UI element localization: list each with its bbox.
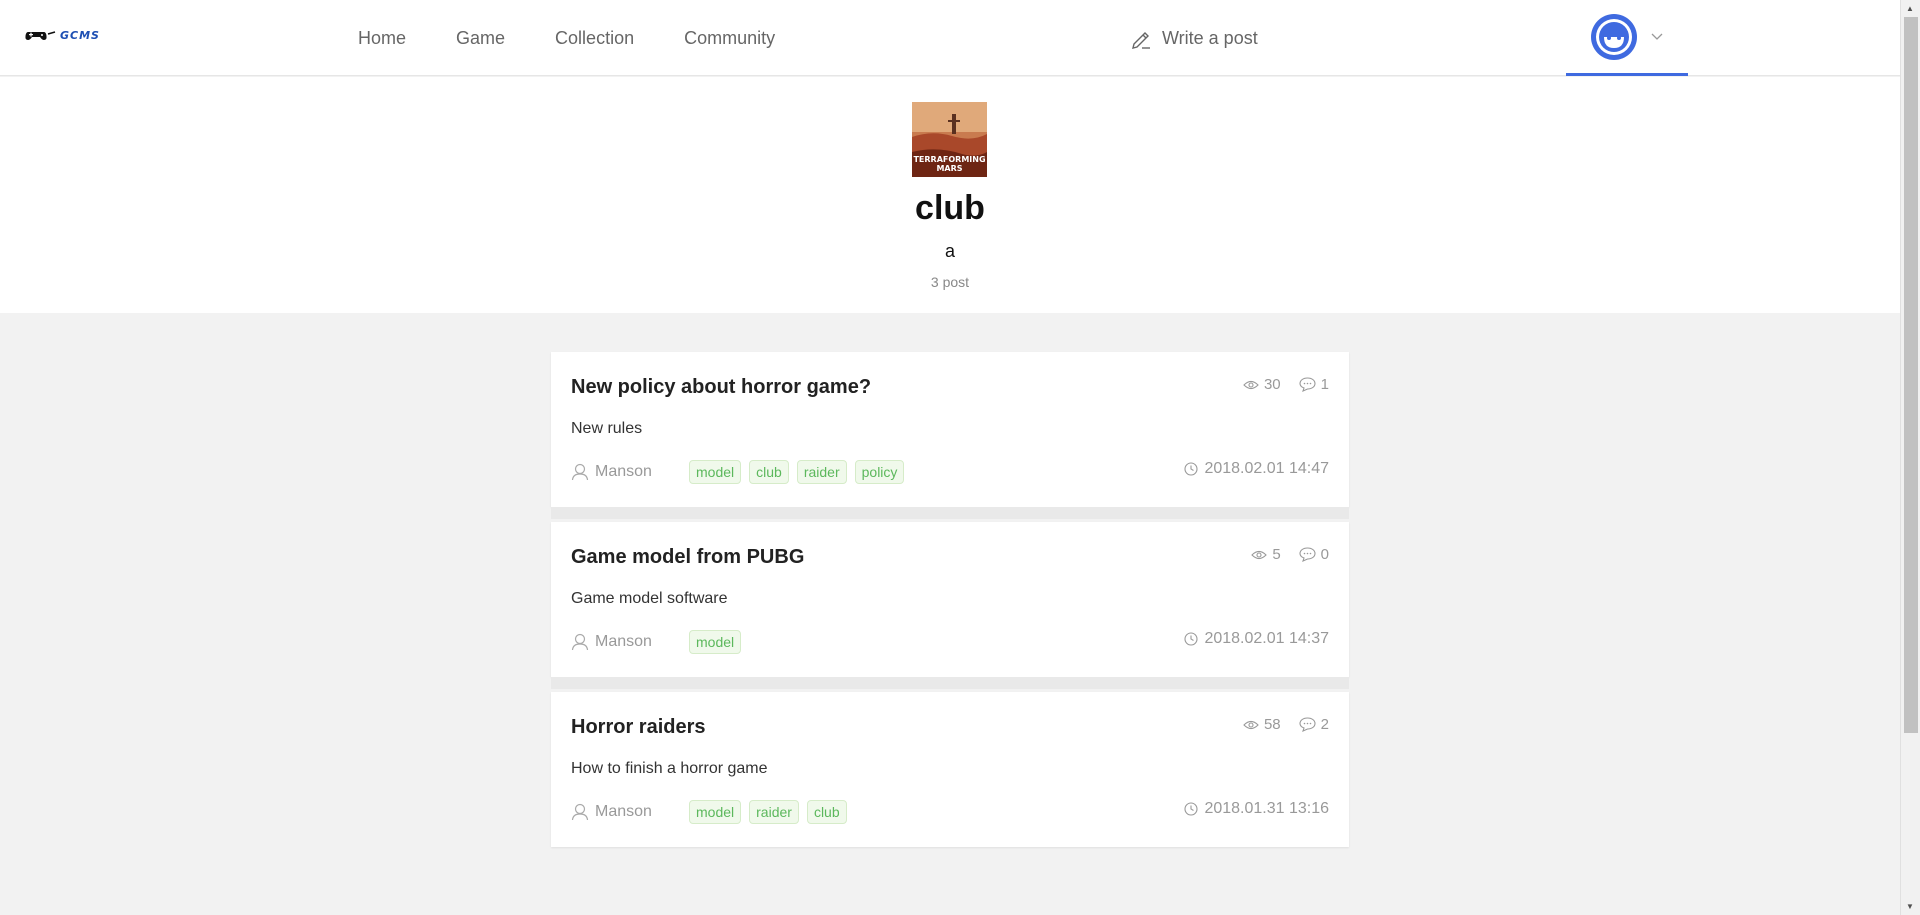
user-icon [571,463,589,481]
logo-text: GCMS [60,28,100,42]
club-description: a [944,241,955,261]
comment-icon [1299,547,1316,562]
tag[interactable]: club [749,460,789,484]
clock-icon [1184,632,1198,646]
author-name: Manson [595,633,652,650]
post-card[interactable]: Horror raiders 58 2 How to finish a horr… [551,692,1349,847]
user-icon [571,803,589,821]
post-tags: model [689,630,742,654]
club-post-count: 3 post [930,274,970,290]
post-tags: model club raider policy [689,460,905,484]
user-menu[interactable] [1566,0,1688,76]
post-date: 2018.02.01 14:47 [1184,460,1329,478]
author-name: Manson [595,463,652,480]
post-meta: Manson model raider club [571,800,847,824]
views-stat: 58 [1243,716,1281,733]
eye-icon [1251,550,1268,559]
tag[interactable]: model [689,630,742,654]
author-name: Manson [595,803,652,820]
comments-count: 0 [1320,546,1329,563]
post-summary: New rules [571,420,643,437]
nav-collection[interactable]: Collection [530,0,659,76]
post-stats: 5 0 [1251,546,1329,563]
club-cover-caption: TERRAFORMING MARS [913,155,986,173]
comment-icon [1299,717,1316,732]
comments-stat: 2 [1299,716,1329,733]
post-title[interactable]: Game model from PUBG [571,546,804,569]
views-count: 30 [1263,376,1281,393]
views-stat: 30 [1243,376,1281,393]
tag[interactable]: model [689,460,742,484]
top-header: GCMS Home Game Collection Community Writ… [0,0,1900,76]
scroll-down-arrow-icon[interactable]: ▼ [1906,902,1914,911]
user-icon [571,633,589,651]
tag[interactable]: club [806,800,847,824]
club-banner: TERRAFORMING MARS club a 3 post [0,77,1900,313]
club-cover-image: TERRAFORMING MARS [912,102,987,177]
comments-count: 1 [1320,376,1329,393]
post-card[interactable]: Game model from PUBG 5 0 Game model soft… [551,522,1349,689]
comments-stat: 0 [1299,546,1329,563]
post-card[interactable]: New policy about horror game? 30 1 New r… [551,352,1349,519]
tag[interactable]: raider [749,800,799,824]
scrollbar-thumb[interactable] [1904,17,1918,733]
post-author[interactable]: Manson [571,803,689,821]
clock-icon [1184,462,1198,476]
nav-community[interactable]: Community [659,0,800,76]
post-stats: 58 2 [1243,716,1329,733]
vertical-scrollbar[interactable]: ▲ ▼ [1900,0,1920,915]
post-author[interactable]: Manson [571,463,689,481]
eye-icon [1243,380,1259,389]
post-meta: Manson model club raider policy [571,460,905,484]
post-stats: 30 1 [1243,376,1329,393]
post-summary: How to finish a horror game [571,760,768,777]
post-title[interactable]: New policy about horror game? [571,376,871,399]
chevron-down-icon [1651,33,1663,40]
nav-home[interactable]: Home [358,0,431,76]
eye-icon [1243,720,1259,729]
gamepad-icon [25,31,56,40]
views-count: 5 [1272,546,1281,563]
post-author[interactable]: Manson [571,633,689,651]
scroll-up-arrow-icon[interactable]: ▲ [1906,4,1914,13]
post-list: New policy about horror game? 30 1 New r… [551,352,1349,862]
post-date: 2018.01.31 13:16 [1184,800,1329,818]
write-post-button[interactable]: Write a post [1130,0,1258,76]
user-face-icon [1596,18,1632,55]
post-tags: model raider club [689,800,847,824]
club-title: club [915,189,985,227]
post-title[interactable]: Horror raiders [571,716,706,739]
write-post-label: Write a post [1162,27,1258,48]
comments-stat: 1 [1299,376,1329,393]
comment-icon [1299,377,1316,392]
views-count: 58 [1263,716,1281,733]
nav-game[interactable]: Game [431,0,530,76]
post-summary: Game model software [571,590,728,607]
post-date: 2018.02.01 14:37 [1184,630,1329,648]
avatar[interactable] [1591,13,1637,60]
comments-count: 2 [1320,716,1329,733]
tag[interactable]: raider [796,460,847,484]
post-date-text: 2018.01.31 13:16 [1204,800,1329,817]
logo[interactable]: GCMS [24,28,100,42]
pencil-icon [1132,32,1150,49]
main-nav: Home Game Collection Community [358,0,800,76]
post-date-text: 2018.02.01 14:47 [1204,460,1329,477]
views-stat: 5 [1251,546,1281,563]
tag[interactable]: model [689,800,742,824]
post-meta: Manson model [571,630,742,654]
post-date-text: 2018.02.01 14:37 [1204,630,1329,647]
tag[interactable]: policy [854,460,905,484]
clock-icon [1184,802,1198,816]
